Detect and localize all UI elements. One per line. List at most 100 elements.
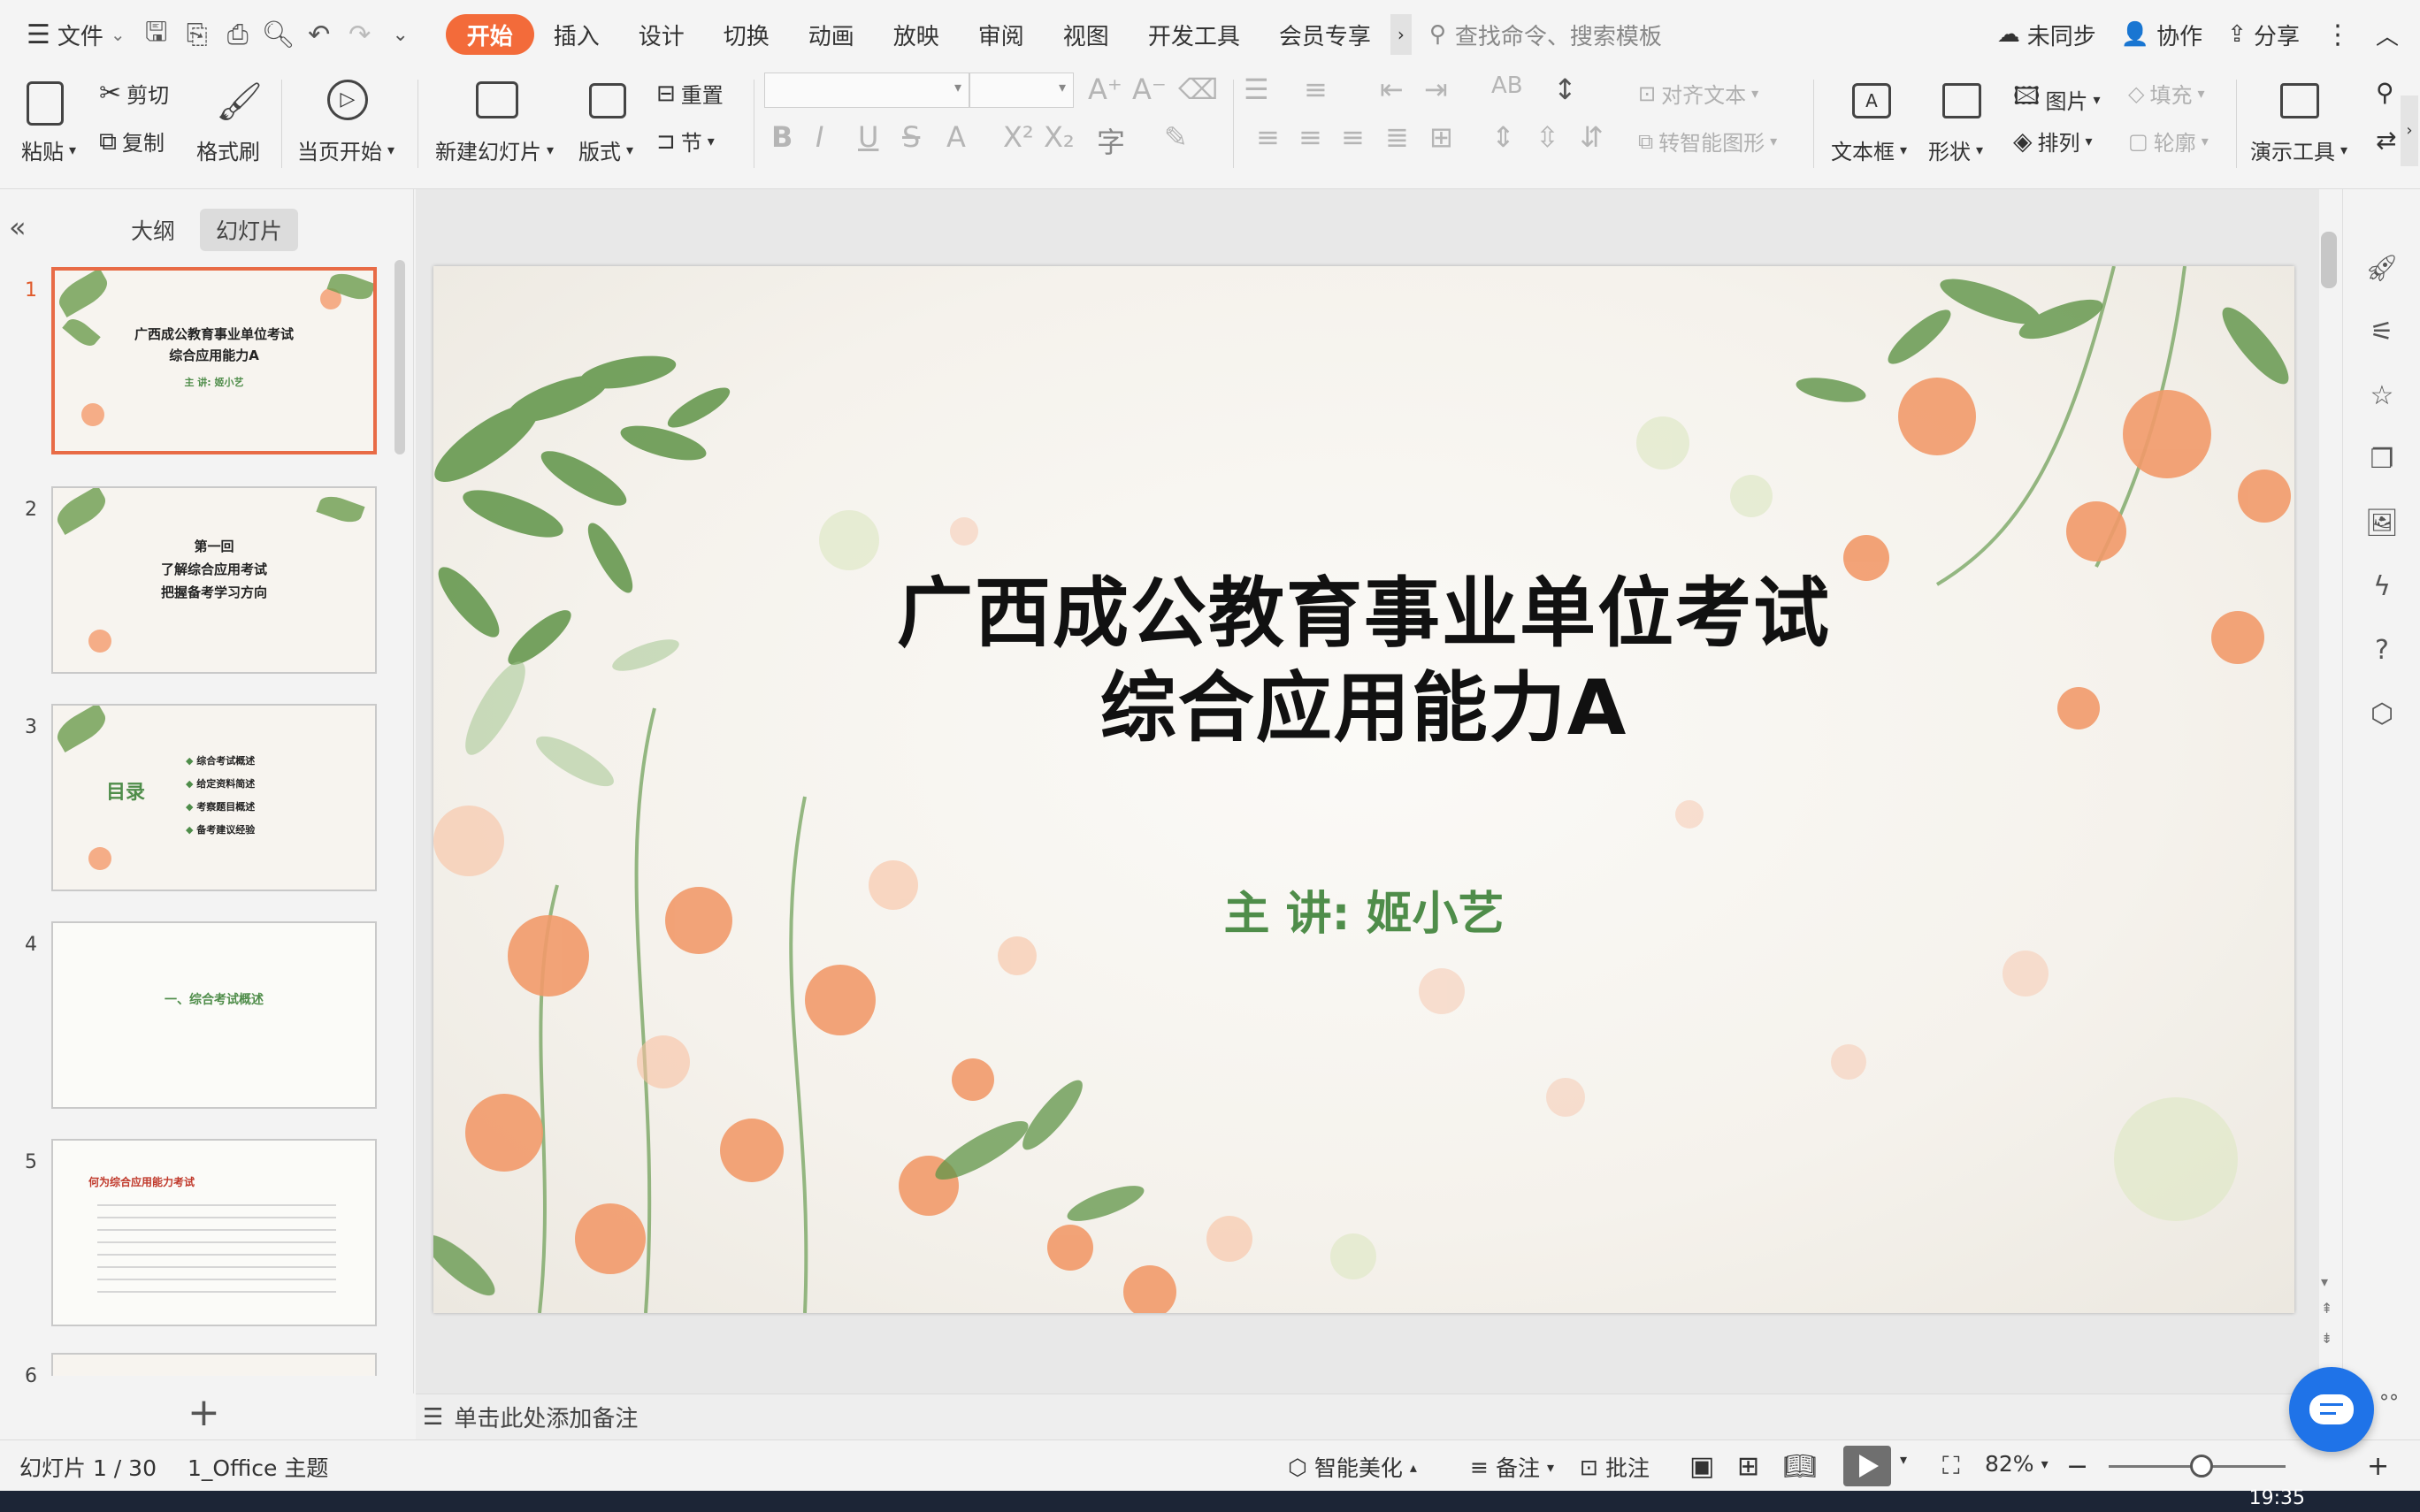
text-direction-icon[interactable]: AB xyxy=(1491,73,1523,99)
numbering-icon[interactable]: ≡ xyxy=(1304,73,1328,106)
vertical-scrollbar-thumb[interactable] xyxy=(2321,232,2337,288)
format-painter-button[interactable]: 🖌︎ 格式刷 xyxy=(196,74,267,180)
print-icon[interactable]: ⎙ xyxy=(218,14,258,55)
outline-button[interactable]: ▢ 轮廓 ▾ xyxy=(2128,126,2209,157)
layout-button[interactable]: 版式 ▾ xyxy=(575,74,642,180)
collapse-panel-icon[interactable]: « xyxy=(9,210,27,244)
align-right-icon[interactable]: ≡ xyxy=(1341,120,1365,154)
tab-transitions[interactable]: 切换 xyxy=(704,14,789,55)
paste-button[interactable]: 粘贴 ▾ xyxy=(16,74,78,180)
picture-button[interactable]: 🖾 图片 ▾ xyxy=(2013,78,2101,120)
italic-icon[interactable]: I xyxy=(816,120,823,154)
cut-button[interactable]: ✂ 剪切 xyxy=(99,78,169,109)
sorter-view-icon[interactable]: ⊞ xyxy=(1737,1451,1759,1482)
sort-icon[interactable]: ↕ xyxy=(1553,73,1577,106)
phonetic-icon[interactable]: 字 xyxy=(1097,120,1125,161)
increase-font-icon[interactable]: A⁺ xyxy=(1088,73,1122,106)
section-button[interactable]: ⊐ 节 ▾ xyxy=(656,126,715,157)
smart-art-button[interactable]: ⧉ 转智能图形 ▾ xyxy=(1638,126,1777,157)
tab-insert[interactable]: 插入 xyxy=(534,14,619,55)
slides-panel-icon[interactable]: ❐ xyxy=(2364,442,2400,477)
textbox-button[interactable]: A 文本框 ▾ xyxy=(1827,74,1916,180)
current-slide[interactable]: 广西成公教育事业单位考试 综合应用能力A 主 讲: 姬小艺 xyxy=(433,266,2294,1313)
slide-thumbnail-6[interactable] xyxy=(51,1353,377,1376)
decrease-indent-icon[interactable]: ⇤ xyxy=(1380,73,1404,106)
bold-icon[interactable]: B xyxy=(771,120,793,154)
tab-home[interactable]: 开始 xyxy=(445,14,534,55)
find-icon[interactable]: ⚲ xyxy=(2376,78,2394,107)
spacing-icon[interactable]: ⇵ xyxy=(1580,120,1604,154)
add-slide-icon[interactable]: + xyxy=(188,1390,220,1435)
slide-thumbnail-4[interactable]: 一、综合考试概述 xyxy=(51,921,377,1109)
paragraph-spacing-icon[interactable]: ⇳ xyxy=(1535,120,1559,154)
chat-assistant-button[interactable] xyxy=(2289,1367,2374,1452)
file-menu[interactable]: ☰ 文件 ⌄ xyxy=(16,11,136,57)
zoom-out-icon[interactable]: − xyxy=(2066,1451,2088,1482)
collapse-ribbon-icon[interactable]: ︿ xyxy=(2363,19,2411,51)
tab-animations[interactable]: 动画 xyxy=(789,14,874,55)
tab-view[interactable]: 视图 xyxy=(1044,14,1129,55)
tab-developer[interactable]: 开发工具 xyxy=(1129,14,1260,55)
slide-thumbnail-1[interactable]: 广西成公教育事业单位考试 综合应用能力A 主 讲: 姬小艺 xyxy=(51,267,377,454)
align-left-icon[interactable]: ≡ xyxy=(1256,120,1280,154)
underline-icon[interactable]: U xyxy=(858,120,878,154)
thumbnail-scrollbar[interactable] xyxy=(394,260,405,454)
replace-icon[interactable]: ⇄ xyxy=(2376,126,2396,155)
prev-slide-icon[interactable]: ⇞ xyxy=(2321,1300,2332,1317)
fit-window-icon[interactable]: ⛶ xyxy=(1942,1451,1960,1481)
reading-view-icon[interactable]: 📖︎ xyxy=(1783,1451,1817,1482)
image-edit-icon[interactable]: 🖼︎ xyxy=(2364,506,2400,541)
line-spacing-icon[interactable]: ⇕ xyxy=(1491,120,1515,154)
slide-title[interactable]: 广西成公教育事业单位考试 综合应用能力A xyxy=(433,567,2294,755)
bullets-icon[interactable]: ☰ xyxy=(1244,73,1269,106)
command-search[interactable]: ⚲ 查找命令、搜索模板 xyxy=(1429,19,1662,51)
comments-button[interactable]: ⊡ 批注 xyxy=(1580,1451,1650,1483)
justify-icon[interactable]: ≣ xyxy=(1385,120,1409,154)
tab-slides[interactable]: 幻灯片 xyxy=(200,209,299,251)
cube-icon[interactable]: ⬡ xyxy=(2364,697,2400,732)
arrange-button[interactable]: ◈ 排列 ▾ xyxy=(2013,126,2093,157)
more-tabs-icon[interactable]: › xyxy=(1390,14,1412,55)
new-slide-button[interactable]: 新建幻灯片 ▾ xyxy=(433,74,566,180)
slide-thumbnail-3[interactable]: 目录 ◆ 综合考试概述 ◆ 给定资料简述 ◆ 考察题目概述 ◆ 备考建议经验 xyxy=(51,704,377,891)
sync-button[interactable]: ☁ 未同步 xyxy=(1985,19,2109,51)
play-options-icon[interactable]: ▾ xyxy=(1900,1451,1907,1468)
tab-review[interactable]: 审阅 xyxy=(959,14,1044,55)
eraser-icon[interactable]: ⌫ xyxy=(1178,73,1218,106)
reset-button[interactable]: ⊟ 重置 xyxy=(656,78,724,109)
share-button[interactable]: ⇪ 分享 xyxy=(2215,19,2312,51)
distribute-icon[interactable]: ⊞ xyxy=(1429,120,1453,154)
strikethrough-icon[interactable]: S xyxy=(902,120,920,154)
normal-view-icon[interactable]: ▣ xyxy=(1689,1451,1714,1482)
zoom-slider-handle[interactable] xyxy=(2190,1455,2213,1478)
font-size-select[interactable]: ▾ xyxy=(969,73,1074,108)
more-dots-icon[interactable]: °° xyxy=(2379,1392,2399,1414)
from-start-button[interactable]: ▷ 当页开始 ▾ xyxy=(297,74,403,180)
customize-toolbar-icon[interactable]: ⌄ xyxy=(380,14,421,55)
collab-button[interactable]: 👤 协作 xyxy=(2109,19,2215,51)
print-preview-icon[interactable]: 🔍︎ xyxy=(258,14,299,55)
export-pdf-icon[interactable]: ⎘ xyxy=(177,14,218,55)
undo-icon[interactable]: ↶ xyxy=(299,14,340,55)
theme-name[interactable]: 1_Office 主题 xyxy=(188,1451,328,1483)
tab-member[interactable]: 会员专享 xyxy=(1260,14,1390,55)
notes-toggle-button[interactable]: ≡ 备注 ▾ xyxy=(1470,1451,1554,1483)
decrease-font-icon[interactable]: A⁻ xyxy=(1132,73,1167,106)
fill-button[interactable]: ◇ 填充 ▾ xyxy=(2128,78,2205,109)
help-icon[interactable]: ? xyxy=(2364,633,2400,668)
highlight-icon[interactable]: ✎ xyxy=(1164,120,1188,154)
font-family-select[interactable]: ▾ xyxy=(764,73,969,108)
beautify-button[interactable]: ⬡ 智能美化 ▴ xyxy=(1288,1451,1417,1483)
zoom-in-icon[interactable]: + xyxy=(2367,1451,2389,1482)
superscript-icon[interactable]: X² xyxy=(1003,120,1034,154)
play-slideshow-button[interactable] xyxy=(1843,1446,1891,1486)
scroll-down-arrow-icon[interactable]: ▾ xyxy=(2321,1273,2328,1290)
zoom-select[interactable]: 82% ▾ xyxy=(1985,1451,2049,1477)
tab-design[interactable]: 设计 xyxy=(619,14,704,55)
tab-outline[interactable]: 大纲 xyxy=(115,209,191,251)
lightning-icon[interactable]: ϟ xyxy=(2364,569,2400,605)
rocket-icon[interactable]: 🚀︎ xyxy=(2364,251,2400,286)
subscript-icon[interactable]: X₂ xyxy=(1044,120,1075,154)
copy-button[interactable]: ⧉ 复制 xyxy=(99,126,165,157)
redo-icon[interactable]: ↷ xyxy=(340,14,380,55)
